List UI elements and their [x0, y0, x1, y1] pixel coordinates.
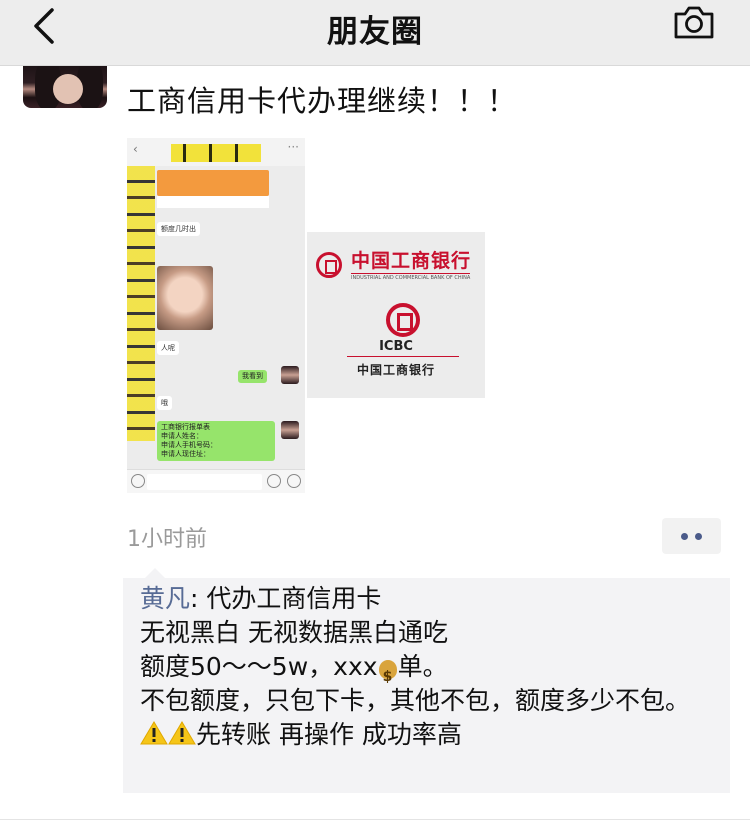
chat-bubble: 额度几时出: [157, 222, 200, 236]
moments-post: 工商信用卡代办理继续！！！ ‹ ··· 额度几时出 人呢 我看到 哦 工商银行报单…: [0, 66, 750, 835]
sticker-image: [171, 144, 261, 162]
navigation-bar: 朋友圈: [0, 0, 750, 66]
money-bag-icon: [378, 653, 398, 694]
sticker-image: [157, 266, 213, 330]
comment-item[interactable]: 黄凡: 代办工商信用卡 无视黑白 无视数据黑白通吃 额度50～～5w，xxx单。…: [140, 582, 716, 752]
icbc-logo-icon: [386, 303, 420, 337]
comment-text: 额度50～～5w，xxx: [140, 652, 378, 681]
comment-text: 无视黑白 无视数据黑白通吃: [140, 618, 448, 647]
warning-icon: [140, 720, 168, 746]
chat-bubble-self: 工商银行报单表 申请人姓名： 申请人手机号码： 申请人现住址：: [157, 421, 275, 461]
chat-bubble-self: 我看到: [238, 370, 267, 383]
comment-text: 单。: [397, 652, 448, 681]
chat-input-bar: [127, 469, 305, 493]
post-image-chat-screenshot[interactable]: ‹ ··· 额度几时出 人呢 我看到 哦 工商银行报单表 申请人姓名： 申请人手机…: [127, 138, 305, 493]
page-title: 朋友圈: [327, 14, 423, 50]
comment-text: 先转账 再操作 成功率高: [196, 720, 462, 749]
bank-abbr: ICBC: [379, 339, 413, 354]
post-time: 1小时前: [127, 527, 207, 552]
bank-name: 中国工商银行: [351, 250, 472, 272]
bank-name-en: INDUSTRIAL AND COMMERCIAL BANK OF CHINA: [351, 273, 471, 281]
post-image-icbc-logo[interactable]: 中国工商银行 INDUSTRIAL AND COMMERCIAL BANK OF…: [307, 232, 485, 398]
avatar: [281, 366, 299, 384]
comment-text: 不包额度，只包下卡，其他不包，额度多少不包。: [140, 686, 691, 715]
chat-bubble: 人呢: [157, 341, 179, 355]
more-dots-icon[interactable]: [662, 518, 721, 554]
divider: [0, 819, 750, 820]
comment-author[interactable]: 黄凡: [140, 584, 190, 613]
camera-icon[interactable]: [672, 4, 716, 40]
icbc-logo-icon: [316, 252, 342, 278]
post-text: 工商信用卡代办理继续！！！: [127, 84, 518, 118]
bank-name: 中国工商银行: [356, 363, 435, 377]
avatar: [281, 421, 299, 439]
warning-icon: [168, 720, 196, 746]
sticker-image: [127, 166, 155, 441]
avatar[interactable]: [23, 66, 107, 108]
card-message: [157, 170, 269, 196]
comment-text: 代办工商信用卡: [206, 584, 382, 613]
comments-panel: 黄凡: 代办工商信用卡 无视黑白 无视数据黑白通吃 额度50～～5w，xxx单。…: [123, 568, 730, 793]
chat-bubble: 哦: [157, 396, 172, 410]
